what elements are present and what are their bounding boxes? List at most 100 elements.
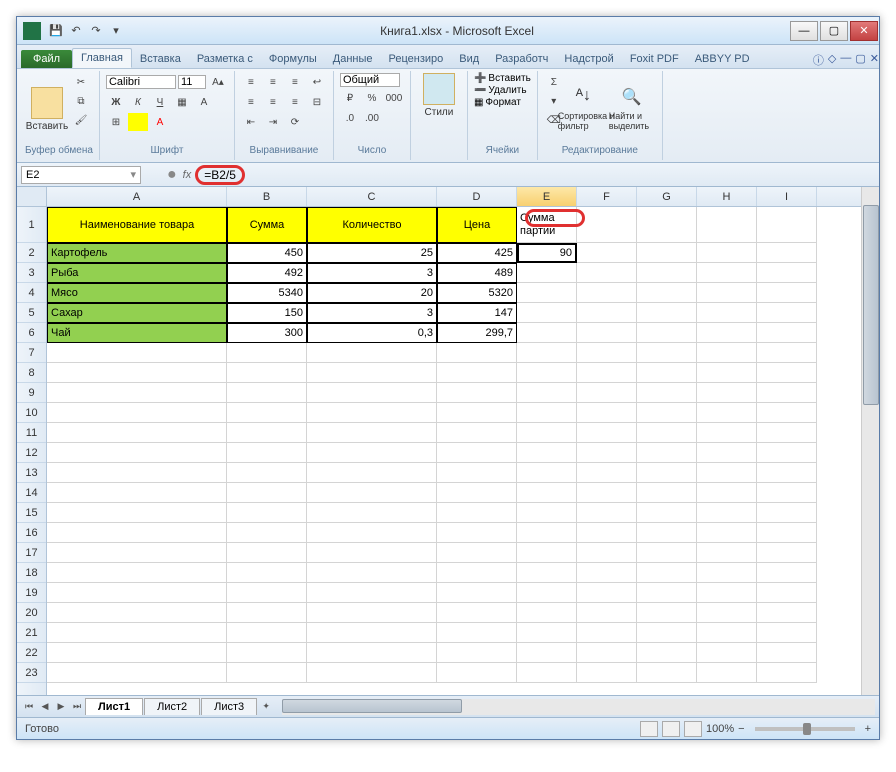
cell-E11[interactable] [517,423,577,443]
indent-dec-icon[interactable]: ⇤ [241,113,261,131]
cell-B23[interactable] [227,663,307,683]
cell-F9[interactable] [577,383,637,403]
italic-icon[interactable]: К [128,93,148,111]
cell-H11[interactable] [697,423,757,443]
cell-E20[interactable] [517,603,577,623]
cell-C3[interactable]: 3 [307,263,437,283]
dec-decimal-icon[interactable]: .00 [362,109,382,127]
cell-G16[interactable] [637,523,697,543]
cell-B17[interactable] [227,543,307,563]
cell-H7[interactable] [697,343,757,363]
cell-E19[interactable] [517,583,577,603]
cell-H21[interactable] [697,623,757,643]
cell-D21[interactable] [437,623,517,643]
cell-B6[interactable]: 300 [227,323,307,343]
row-header-22[interactable]: 22 [17,643,46,663]
cell-H3[interactable] [697,263,757,283]
cell-I12[interactable] [757,443,817,463]
cell-D14[interactable] [437,483,517,503]
cell-A19[interactable] [47,583,227,603]
find-select-button[interactable]: 🔍 Найти и выделить [612,73,656,145]
cell-D16[interactable] [437,523,517,543]
font-name-select[interactable] [106,75,176,89]
cell-C10[interactable] [307,403,437,423]
align-mid-icon[interactable]: ≡ [263,73,283,91]
cell-I1[interactable] [757,207,817,243]
horizontal-scrollbar[interactable] [282,699,875,715]
cell-A2[interactable]: Картофель [47,243,227,263]
cell-F7[interactable] [577,343,637,363]
cell-C9[interactable] [307,383,437,403]
cell-I15[interactable] [757,503,817,523]
row-header-11[interactable]: 11 [17,423,46,443]
fill-color-icon[interactable]: A [194,93,214,111]
sheet-nav-first-icon[interactable]: ⏮ [21,699,37,715]
new-sheet-icon[interactable]: ✦ [258,699,274,715]
qat-more-icon[interactable]: ▾ [107,22,125,40]
cell-C22[interactable] [307,643,437,663]
cell-E18[interactable] [517,563,577,583]
zoom-out-icon[interactable]: − [738,723,744,735]
cell-C19[interactable] [307,583,437,603]
cell-B5[interactable]: 150 [227,303,307,323]
sheet-nav-last-icon[interactable]: ⏭ [69,699,85,715]
fx-icon[interactable]: fx [183,169,192,181]
zoom-thumb[interactable] [803,723,811,735]
delete-cell-button[interactable]: ➖Удалить [474,85,531,96]
cell-G7[interactable] [637,343,697,363]
cell-H9[interactable] [697,383,757,403]
cell-I21[interactable] [757,623,817,643]
col-header-A[interactable]: A [47,187,227,206]
row-header-20[interactable]: 20 [17,603,46,623]
cell-C1[interactable]: Количество [307,207,437,243]
cell-I20[interactable] [757,603,817,623]
cell-F17[interactable] [577,543,637,563]
row-header-16[interactable]: 16 [17,523,46,543]
row-header-4[interactable]: 4 [17,283,46,303]
cell-C17[interactable] [307,543,437,563]
sheet-tab-3[interactable]: Лист3 [201,698,257,715]
cell-H22[interactable] [697,643,757,663]
tab-review[interactable]: Рецензиро [381,50,452,68]
cell-B7[interactable] [227,343,307,363]
cell-F2[interactable] [577,243,637,263]
cell-H2[interactable] [697,243,757,263]
align-top-icon[interactable]: ≡ [241,73,261,91]
cell-F15[interactable] [577,503,637,523]
cell-F4[interactable] [577,283,637,303]
col-header-D[interactable]: D [437,187,517,206]
cell-A11[interactable] [47,423,227,443]
doc-min-icon[interactable]: — [840,52,851,68]
cell-G8[interactable] [637,363,697,383]
cell-E3[interactable] [517,263,577,283]
align-center-icon[interactable]: ≡ [263,93,283,111]
cell-G19[interactable] [637,583,697,603]
cell-E4[interactable] [517,283,577,303]
font-size-select[interactable] [178,75,206,89]
cell-B8[interactable] [227,363,307,383]
cell-D2[interactable]: 425 [437,243,517,263]
cell-G23[interactable] [637,663,697,683]
fill-icon[interactable]: ▾ [544,92,564,110]
increase-font-icon[interactable]: A▴ [208,73,228,91]
cell-A18[interactable] [47,563,227,583]
cell-H12[interactable] [697,443,757,463]
cell-F20[interactable] [577,603,637,623]
cell-H10[interactable] [697,403,757,423]
font-color-icon[interactable]: A [150,113,170,131]
tab-view[interactable]: Вид [451,50,487,68]
cell-F16[interactable] [577,523,637,543]
cell-G5[interactable] [637,303,697,323]
cell-E7[interactable] [517,343,577,363]
tab-home[interactable]: Главная [72,48,132,68]
hscroll-thumb[interactable] [282,699,462,713]
undo-icon[interactable]: ↶ [67,22,85,40]
view-layout-icon[interactable] [662,721,680,737]
insert-cell-button[interactable]: ➕Вставить [474,73,531,84]
cell-C20[interactable] [307,603,437,623]
cell-F23[interactable] [577,663,637,683]
cell-B16[interactable] [227,523,307,543]
cell-A4[interactable]: Мясо [47,283,227,303]
align-left-icon[interactable]: ≡ [241,93,261,111]
wrap-icon[interactable]: ↩ [307,73,327,91]
